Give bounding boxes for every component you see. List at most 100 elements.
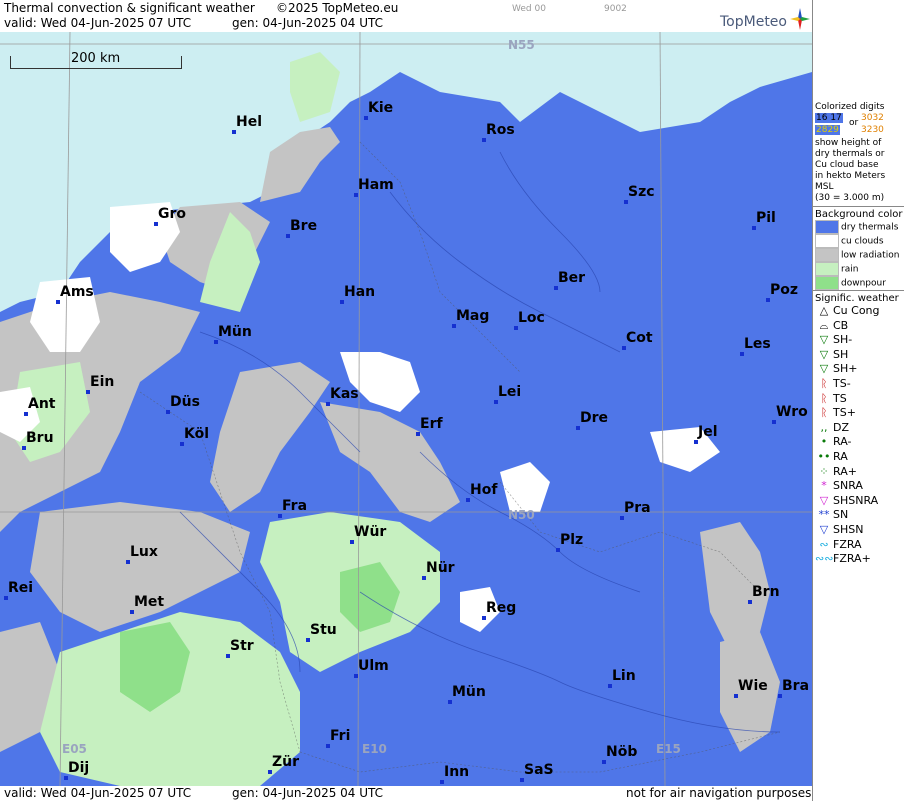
legend-bg-item: downpour xyxy=(815,276,903,290)
legend-sig-label: FZRA+ xyxy=(833,552,871,566)
city-label: SaS xyxy=(524,762,554,778)
city-label: Erf xyxy=(420,416,443,432)
city-label: Cot xyxy=(626,330,653,346)
legend-sig-label: FZRA xyxy=(833,537,862,551)
city-marker xyxy=(554,286,558,290)
map-header: Thermal convection & significant weather… xyxy=(0,0,812,32)
city-marker xyxy=(354,674,358,678)
legend-sig-item: ▽ SH xyxy=(815,348,903,363)
city-marker xyxy=(22,446,26,450)
scale-bar: 200 km xyxy=(10,51,182,69)
city-marker xyxy=(494,400,498,404)
legend-sig-label: SN xyxy=(833,508,849,522)
legend-sig-item: ,, DZ xyxy=(815,421,903,436)
legend-sig-label: SHSN xyxy=(833,522,864,536)
legend-sig-item: ⁘ RA+ xyxy=(815,465,903,480)
city-marker xyxy=(748,600,752,604)
city-marker xyxy=(556,548,560,552)
legend-sig-label: SNRA xyxy=(833,479,863,493)
compass-icon xyxy=(790,8,810,30)
legend-sig-item: •• RA xyxy=(815,450,903,465)
city-label: Bre xyxy=(290,218,318,234)
city-label: Köl xyxy=(184,426,210,442)
city-label: Str xyxy=(230,638,254,654)
lon-label-e10: E10 xyxy=(362,742,387,756)
city-label: Wür xyxy=(354,524,387,540)
legend-sig-label: DZ xyxy=(833,420,850,434)
legend-sig-title: Signific. weather xyxy=(815,293,899,304)
legend-sig-label: SH xyxy=(833,347,849,361)
weather-symbol-icon: •• xyxy=(817,449,831,463)
legend-sig-label: TS+ xyxy=(833,406,856,420)
city-label: Bra xyxy=(782,678,810,694)
legend-sig-label: RA- xyxy=(833,435,852,449)
legend-desc-line: show height of xyxy=(815,138,882,148)
city-label: Fri xyxy=(330,728,351,744)
city-label: Ros xyxy=(486,122,515,138)
lat-label-n55: N55 xyxy=(508,38,535,52)
city-label: Loc xyxy=(518,310,545,326)
legend-desc-line: Cu cloud base xyxy=(815,160,879,170)
legend-sig-item: ᚱ TS xyxy=(815,392,903,407)
legend-divider-2 xyxy=(813,290,904,291)
legend-sig-label: CB xyxy=(833,318,849,332)
legend-sig-label: RA xyxy=(833,449,848,463)
digits-or: or xyxy=(849,118,859,128)
city-label: Han xyxy=(344,284,376,300)
legend-sig-label: TS xyxy=(833,391,847,405)
city-marker xyxy=(364,116,368,120)
weather-symbol-icon: ⌓ xyxy=(819,318,829,332)
city-label: Lin xyxy=(612,668,636,684)
city-marker xyxy=(340,300,344,304)
city-label: Ber xyxy=(558,270,586,286)
city-label: Hel xyxy=(236,114,263,130)
city-label: Dij xyxy=(68,760,90,776)
legend-sig-item: △ Cu Cong xyxy=(815,304,903,319)
legend-sig-item: ▽ SH+ xyxy=(815,362,903,377)
weather-symbol-icon: ⁘ xyxy=(819,464,829,478)
lat-label-n50: N50 xyxy=(508,508,535,522)
legend-colorized-title: Colorized digits xyxy=(815,102,885,112)
legend-description: show height of dry thermals or Cu cloud ba… xyxy=(815,138,903,204)
logo-text: TopMeteo xyxy=(720,14,787,30)
valid-time: valid: Wed 04-Jun-2025 07 UTC xyxy=(4,16,192,30)
legend-colorized: Colorized digits 16 17 or 3032 2829 3230… xyxy=(815,102,903,204)
legend-background: Background color dry thermals cu clouds lo… xyxy=(815,209,903,290)
lon-label-e05: E05 xyxy=(62,742,87,756)
lon-label-e15: E15 xyxy=(656,742,681,756)
city-marker xyxy=(520,778,524,782)
city-marker xyxy=(126,560,130,564)
weather-symbol-icon: ,, xyxy=(820,420,828,434)
legend-desc-line: (30 = 3.000 m) xyxy=(815,193,885,203)
city-marker xyxy=(268,770,272,774)
legend-bg-label: low radiation xyxy=(841,250,900,261)
legend-divider-1 xyxy=(813,206,904,207)
city-marker xyxy=(448,700,452,704)
legend-sig-label: TS- xyxy=(833,376,851,390)
map-background xyxy=(0,32,812,786)
legend-bg-label: dry thermals xyxy=(841,222,899,233)
city-label: Mag xyxy=(456,308,490,324)
city-marker xyxy=(4,596,8,600)
weather-symbol-icon: ᚱ xyxy=(820,376,828,390)
legend-sig-item: ᚱ TS- xyxy=(815,377,903,392)
legend-sig-item: ᚱ TS+ xyxy=(815,406,903,421)
weather-symbol-icon: △ xyxy=(819,304,829,317)
city-marker xyxy=(416,432,420,436)
city-marker xyxy=(232,130,236,134)
city-label: Pra xyxy=(624,500,651,516)
weather-map[interactable]: 200 km N55 N50 E05 E10 E15 Hel Kie Ros Ham S… xyxy=(0,32,812,786)
city-marker xyxy=(226,654,230,658)
legend-sig-item: ▽ SHSNRA xyxy=(815,494,903,509)
legend-bg-items: dry thermals cu clouds low radiation rain do… xyxy=(815,220,903,290)
city-label: Kas xyxy=(330,386,359,402)
legend-sig-label: SH+ xyxy=(833,362,858,376)
legend-sig-item: ▽ SHSN xyxy=(815,523,903,538)
city-marker xyxy=(130,610,134,614)
city-label: Bru xyxy=(26,430,54,446)
digits-sample-d: 3230 xyxy=(861,125,884,135)
legend-sig-item: ∾∾FZRA+ xyxy=(815,552,903,567)
city-label: Fra xyxy=(282,498,308,514)
weather-symbol-icon: ᚱ xyxy=(820,406,828,420)
digits-sample-a: 16 17 xyxy=(815,113,843,123)
